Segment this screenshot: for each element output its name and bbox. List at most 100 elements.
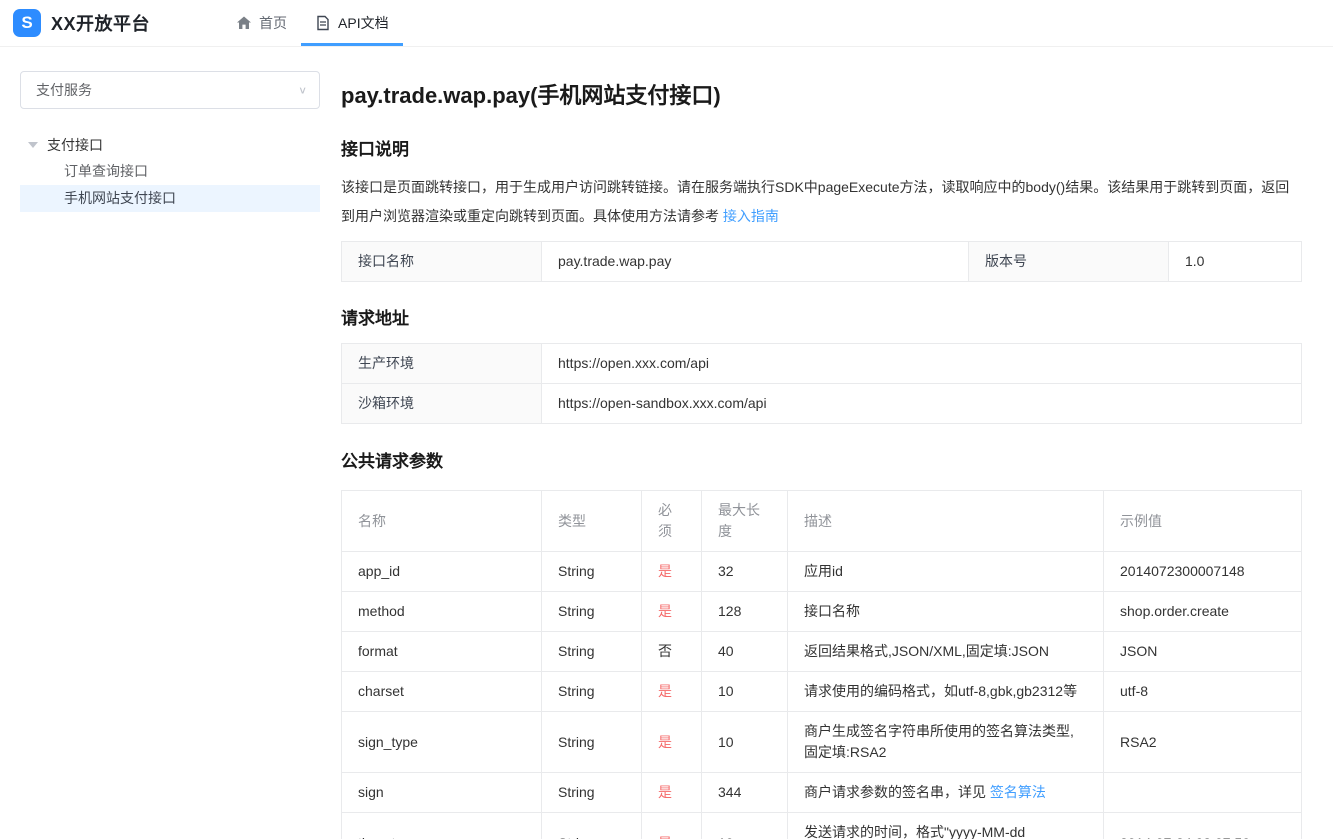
- service-category-select[interactable]: 支付服务 ∨: [20, 71, 320, 109]
- param-type: String: [542, 672, 642, 712]
- tree-item-order-query[interactable]: 订单查询接口: [20, 158, 320, 185]
- param-type: String: [542, 712, 642, 773]
- col-header-desc: 描述: [788, 491, 1104, 552]
- table-row: timestamp String 是 19 发送请求的时间，格式"yyyy-MM…: [342, 813, 1302, 839]
- param-name: timestamp: [342, 813, 542, 839]
- common-params-table: 名称 类型 必须 最大长度 描述 示例值 app_id String 是 32 …: [341, 490, 1302, 839]
- param-name: method: [342, 592, 542, 632]
- param-maxlen: 344: [702, 773, 788, 813]
- top-nav: 首页 API文档: [222, 0, 403, 46]
- table-row: charset String 是 10 请求使用的编码格式，如utf-8,gbk…: [342, 672, 1302, 712]
- param-required-value: 否: [642, 632, 702, 672]
- request-url-table: 生产环境 https://open.xxx.com/api 沙箱环境 https…: [341, 343, 1302, 424]
- page-title: pay.trade.wap.pay(手机网站支付接口): [341, 78, 1301, 110]
- param-maxlen: 128: [702, 592, 788, 632]
- integration-guide-link[interactable]: 接入指南: [723, 208, 779, 224]
- nav-item-home-label: 首页: [259, 13, 287, 33]
- col-header-required: 必须: [642, 491, 702, 552]
- brand-logo-letter: S: [21, 13, 32, 33]
- sign-algorithm-link[interactable]: 签名算法: [990, 784, 1046, 800]
- param-example: 2014-07-24 03:07:50: [1104, 813, 1302, 839]
- service-category-select-value: 支付服务: [36, 80, 92, 100]
- nav-item-home[interactable]: 首页: [222, 0, 301, 46]
- brand-logo[interactable]: S: [13, 9, 41, 37]
- param-name: sign: [342, 773, 542, 813]
- section-heading-urls: 请求地址: [341, 304, 1301, 329]
- param-name: app_id: [342, 552, 542, 592]
- tree-group-pay-api[interactable]: 支付接口: [20, 132, 320, 158]
- param-maxlen: 40: [702, 632, 788, 672]
- page-body: 支付服务 ∨ 支付接口 订单查询接口 手机网站支付接口 pay.trade.wa…: [0, 47, 1333, 839]
- api-name-value: pay.trade.wap.pay: [542, 242, 969, 282]
- document-icon: [315, 15, 331, 31]
- param-required-value: 是: [642, 592, 702, 632]
- table-row: 接口名称 pay.trade.wap.pay 版本号 1.0: [342, 242, 1302, 282]
- col-header-maxlen: 最大长度: [702, 491, 788, 552]
- tree-item-wap-pay[interactable]: 手机网站支付接口: [20, 185, 320, 212]
- section-heading-params: 公共请求参数: [341, 447, 1301, 472]
- param-desc-text: 商户请求参数的签名串，详见: [804, 784, 990, 800]
- param-required-value: 是: [642, 672, 702, 712]
- intro-paragraph: 该接口是页面跳转接口，用于生成用户访问跳转链接。请在服务端执行SDK中pageE…: [341, 173, 1301, 231]
- param-required-value: 是: [642, 813, 702, 839]
- param-desc: 发送请求的时间，格式"yyyy-MM-dd HH:mm:ss": [788, 813, 1104, 839]
- table-row: sign_type String 是 10 商户生成签名字符串所使用的签名算法类…: [342, 712, 1302, 773]
- table-row: sign String 是 344 商户请求参数的签名串，详见 签名算法: [342, 773, 1302, 813]
- param-desc: 应用id: [788, 552, 1104, 592]
- param-desc: 请求使用的编码格式，如utf-8,gbk,gb2312等: [788, 672, 1104, 712]
- param-required-value: 是: [642, 552, 702, 592]
- param-example: JSON: [1104, 632, 1302, 672]
- col-header-name: 名称: [342, 491, 542, 552]
- tree-group-pay-api-label: 支付接口: [47, 135, 103, 155]
- param-type: String: [542, 592, 642, 632]
- table-row: method String 是 128 接口名称 shop.order.crea…: [342, 592, 1302, 632]
- param-maxlen: 19: [702, 813, 788, 839]
- env-url: https://open-sandbox.xxx.com/api: [542, 384, 1302, 424]
- api-version-value: 1.0: [1169, 242, 1302, 282]
- param-type: String: [542, 632, 642, 672]
- sidebar: 支付服务 ∨ 支付接口 订单查询接口 手机网站支付接口: [0, 47, 341, 839]
- param-name: sign_type: [342, 712, 542, 773]
- param-desc: 接口名称: [788, 592, 1104, 632]
- param-name: charset: [342, 672, 542, 712]
- nav-item-api-docs-label: API文档: [338, 13, 389, 33]
- env-label: 沙箱环境: [342, 384, 542, 424]
- brand-title: XX开放平台: [51, 10, 150, 36]
- param-desc: 返回结果格式,JSON/XML,固定填:JSON: [788, 632, 1104, 672]
- main-content: pay.trade.wap.pay(手机网站支付接口) 接口说明 该接口是页面跳…: [341, 47, 1301, 839]
- param-type: String: [542, 813, 642, 839]
- param-required-value: 是: [642, 712, 702, 773]
- top-header: S XX开放平台 首页 API文档: [0, 0, 1333, 47]
- nav-item-api-docs[interactable]: API文档: [301, 0, 403, 46]
- col-header-example: 示例值: [1104, 491, 1302, 552]
- table-row: app_id String 是 32 应用id 2014072300007148: [342, 552, 1302, 592]
- intro-text: 该接口是页面跳转接口，用于生成用户访问跳转链接。请在服务端执行SDK中pageE…: [341, 179, 1289, 224]
- api-version-label: 版本号: [969, 242, 1169, 282]
- param-example: utf-8: [1104, 672, 1302, 712]
- table-row: 沙箱环境 https://open-sandbox.xxx.com/api: [342, 384, 1302, 424]
- param-required-value: 是: [642, 773, 702, 813]
- env-label: 生产环境: [342, 344, 542, 384]
- param-maxlen: 10: [702, 672, 788, 712]
- param-type: String: [542, 773, 642, 813]
- table-header-row: 名称 类型 必须 最大长度 描述 示例值: [342, 491, 1302, 552]
- sidebar-tree: 支付接口 订单查询接口 手机网站支付接口: [20, 132, 320, 212]
- api-name-label: 接口名称: [342, 242, 542, 282]
- param-example: shop.order.create: [1104, 592, 1302, 632]
- home-icon: [236, 15, 252, 31]
- param-type: String: [542, 552, 642, 592]
- table-row: format String 否 40 返回结果格式,JSON/XML,固定填:J…: [342, 632, 1302, 672]
- col-header-type: 类型: [542, 491, 642, 552]
- param-desc: 商户请求参数的签名串，详见 签名算法: [788, 773, 1104, 813]
- caret-down-icon: [28, 142, 38, 148]
- param-name: format: [342, 632, 542, 672]
- param-maxlen: 32: [702, 552, 788, 592]
- param-example: [1104, 773, 1302, 813]
- api-meta-table: 接口名称 pay.trade.wap.pay 版本号 1.0: [341, 241, 1302, 282]
- param-desc: 商户生成签名字符串所使用的签名算法类型,固定填:RSA2: [788, 712, 1104, 773]
- env-url: https://open.xxx.com/api: [542, 344, 1302, 384]
- param-maxlen: 10: [702, 712, 788, 773]
- param-example: RSA2: [1104, 712, 1302, 773]
- section-heading-intro: 接口说明: [341, 135, 1301, 160]
- chevron-down-icon: ∨: [298, 84, 307, 96]
